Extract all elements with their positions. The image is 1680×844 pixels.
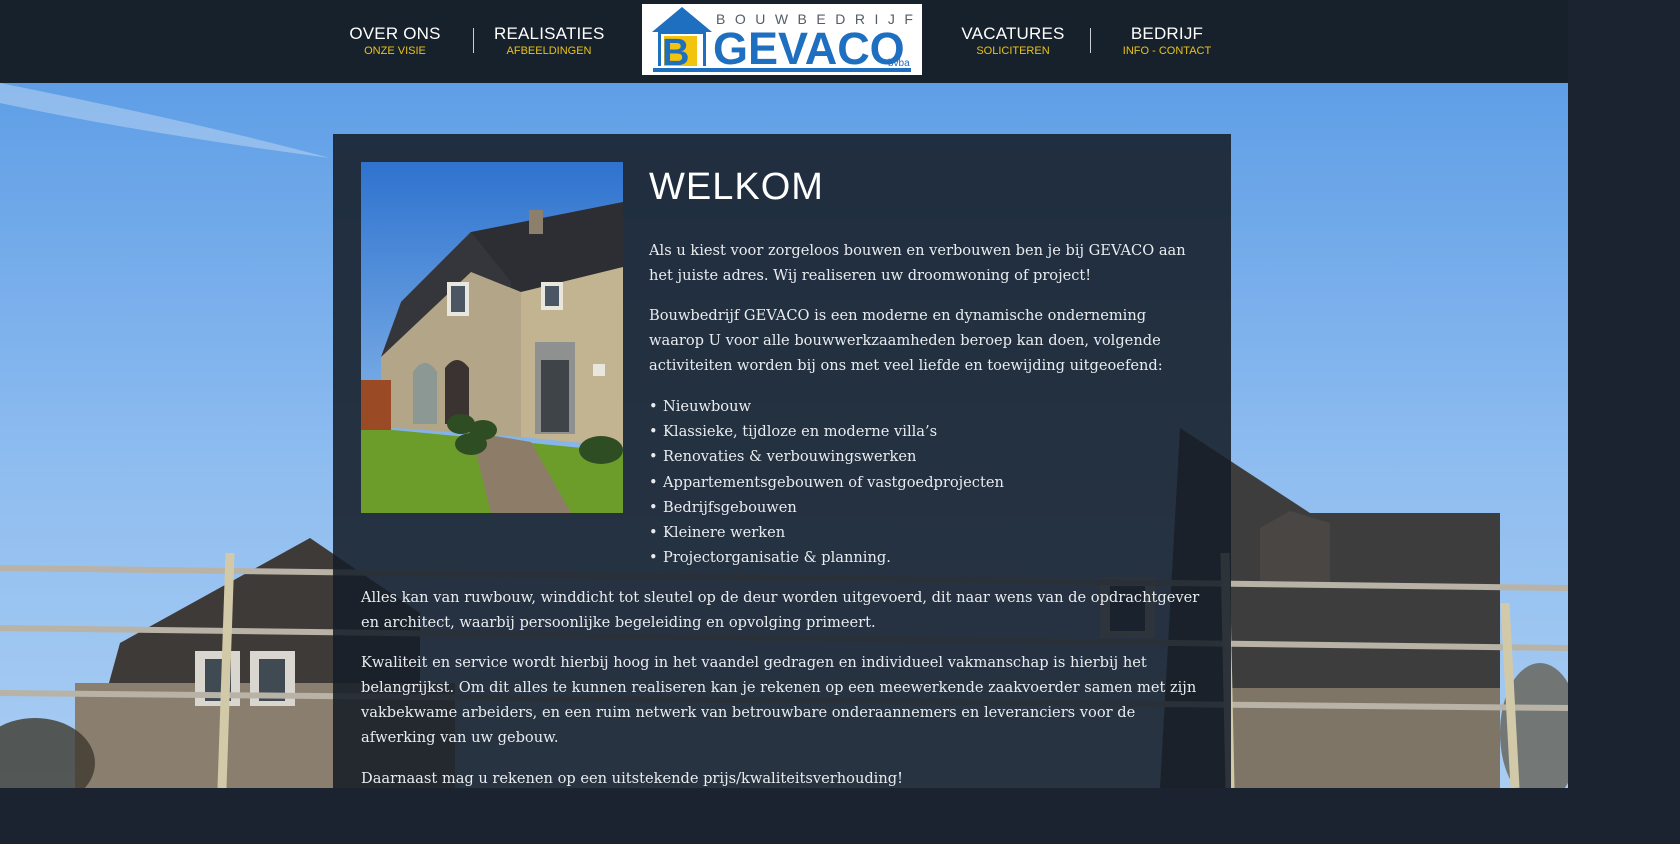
nav-over-ons[interactable]: OVER ONS ONZE VISIE: [345, 24, 445, 57]
activities-list: Nieuwbouw Klassieke, tijdloze en moderne…: [649, 394, 1004, 571]
nav-vacatures-sublabel: SOLICITEREN: [976, 45, 1050, 57]
list-item: Appartementsgebouwen of vastgoedprojecte…: [649, 470, 1004, 495]
nav-bedrijf[interactable]: BEDRIJF INFO - CONTACT: [1112, 24, 1222, 57]
list-item: Renovaties & verbouwingswerken: [649, 444, 1004, 469]
nav-vacatures-label: VACATURES: [961, 24, 1065, 43]
nav-over-ons-sublabel: ONZE VISIE: [364, 45, 426, 57]
list-item: Nieuwbouw: [649, 394, 1004, 419]
scope-paragraph: Alles kan van ruwbouw, winddicht tot sle…: [361, 589, 1200, 631]
svg-text:bvba: bvba: [888, 58, 910, 69]
nav-vacatures[interactable]: VACATURES SOLICITEREN: [958, 24, 1068, 57]
nav-realisaties-sublabel: AFBEELDINGEN: [506, 45, 592, 57]
intro-paragraph: Als u kiest voor zorgeloos bouwen en ver…: [649, 242, 1186, 284]
nav-realisaties-label: REALISATIES: [494, 24, 605, 43]
nav-bedrijf-label: BEDRIJF: [1130, 24, 1204, 43]
top-navigation-bar: OVER ONS ONZE VISIE REALISATIES AFBEELDI…: [0, 0, 1568, 83]
list-item: Projectorganisatie & planning.: [649, 545, 1004, 570]
nav-realisaties[interactable]: REALISATIES AFBEELDINGEN: [494, 24, 604, 57]
nav-over-ons-label: OVER ONS: [349, 24, 441, 43]
svg-text:B: B: [662, 32, 689, 74]
gevaco-logo-graphic: B BOUWBEDRIJF GEVACO bvba: [652, 7, 913, 74]
price-quality-paragraph: Daarnaast mag u rekenen op een uitsteken…: [361, 770, 903, 787]
featured-house-photo: [361, 162, 623, 513]
page-title: WELKOM: [649, 166, 824, 208]
nav-divider: [473, 28, 474, 53]
gevaco-logo[interactable]: B BOUWBEDRIJF GEVACO bvba: [642, 4, 922, 75]
svg-text:GEVACO: GEVACO: [713, 23, 905, 74]
list-item: Kleinere werken: [649, 520, 1004, 545]
list-item: Klassieke, tijdloze en moderne villa’s: [649, 419, 1004, 444]
nav-bedrijf-sublabel: INFO - CONTACT: [1122, 45, 1212, 57]
quality-paragraph: Kwaliteit en service wordt hierbij hoog …: [361, 654, 1197, 746]
nav-divider: [1090, 28, 1091, 53]
description-paragraph: Bouwbedrijf GEVACO is een moderne en dyn…: [649, 307, 1163, 374]
list-item: Bedrijfsgebouwen: [649, 495, 1004, 520]
